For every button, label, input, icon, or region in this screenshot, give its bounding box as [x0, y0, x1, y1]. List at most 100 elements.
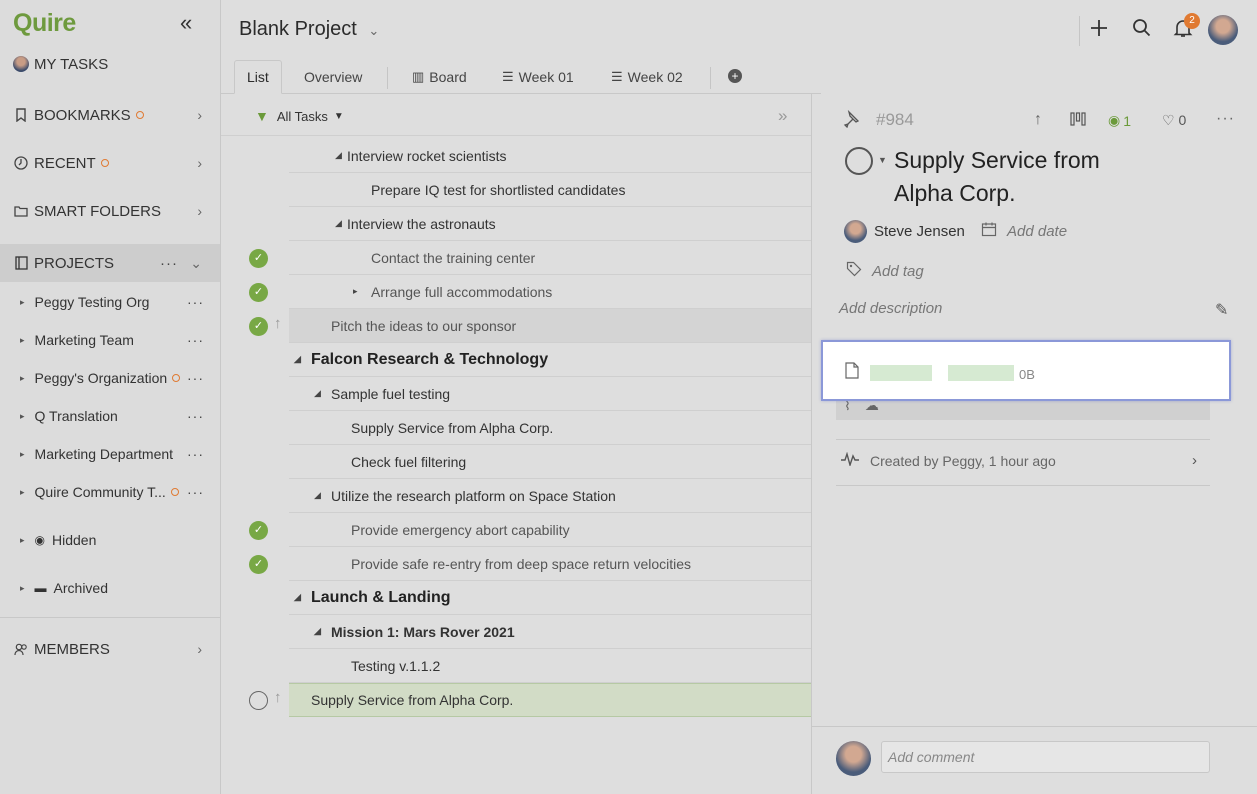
- collapse-triangle-icon[interactable]: ◢: [335, 218, 347, 229]
- sidebar-item-recent[interactable]: RECENT ›: [0, 145, 220, 181]
- expand-triangle-icon[interactable]: ▸: [20, 373, 25, 384]
- section-row[interactable]: ◢ Launch & Landing: [289, 581, 811, 615]
- task-row[interactable]: ◢ Utilize the research platform on Space …: [289, 479, 811, 513]
- tab-week02[interactable]: ☰ Week 02: [611, 60, 683, 94]
- sidebar-project-item[interactable]: ▸ Marketing Team ···: [0, 321, 220, 359]
- board-icon[interactable]: [1070, 111, 1086, 132]
- collapse-triangle-icon[interactable]: ◢: [294, 592, 311, 603]
- expand-triangle-icon[interactable]: ▸: [20, 487, 25, 498]
- sidebar-item-projects[interactable]: PROJECTS ··· ⌄: [0, 244, 220, 282]
- completed-check-icon[interactable]: ✓: [249, 249, 268, 268]
- add-date-button[interactable]: Add date: [981, 221, 1067, 241]
- more-options-icon[interactable]: ···: [1216, 110, 1235, 128]
- task-row[interactable]: ◢ Interview rocket scientists: [289, 139, 811, 173]
- project-more-icon[interactable]: ···: [187, 294, 204, 310]
- collapse-triangle-icon[interactable]: ◢: [314, 490, 331, 501]
- project-more-icon[interactable]: ···: [187, 370, 204, 386]
- edit-pencil-icon[interactable]: ✎: [1215, 300, 1228, 320]
- project-more-icon[interactable]: ···: [187, 484, 204, 500]
- sidebar-item-members[interactable]: MEMBERS ›: [0, 631, 220, 667]
- collapse-triangle-icon[interactable]: ◢: [335, 150, 347, 161]
- pin-icon[interactable]: [842, 109, 860, 133]
- assignee[interactable]: Steve Jensen: [844, 220, 965, 243]
- sidebar-item-smart-folders[interactable]: SMART FOLDERS ›: [0, 193, 220, 229]
- project-more-icon[interactable]: ···: [187, 446, 204, 462]
- task-row-selected[interactable]: Supply Service from Alpha Corp.: [289, 683, 811, 717]
- completed-check-icon[interactable]: ✓: [249, 317, 268, 336]
- task-complete-toggle[interactable]: [249, 691, 268, 710]
- activity-log[interactable]: Created by Peggy, 1 hour ago: [840, 451, 1056, 470]
- collapse-sidebar-icon[interactable]: «: [180, 10, 192, 36]
- projects-more-icon[interactable]: ···: [160, 255, 178, 272]
- sidebar-project-item[interactable]: ▸ Quire Community T... ···: [0, 473, 220, 511]
- project-more-icon[interactable]: ···: [187, 408, 204, 424]
- project-title[interactable]: Blank Project ⌄: [239, 18, 379, 41]
- chevron-right-icon: ›: [197, 107, 202, 123]
- caret-down-icon[interactable]: ▼: [878, 155, 887, 165]
- tab-week01[interactable]: ☰ Week 01: [502, 60, 574, 94]
- task-row[interactable]: ◢ Sample fuel testing: [289, 377, 811, 411]
- chevron-right-icon: ›: [197, 155, 202, 171]
- expand-triangle-icon[interactable]: ▸: [20, 335, 25, 346]
- tab-list[interactable]: List: [234, 60, 282, 94]
- arrow-up-icon[interactable]: ↑: [1034, 111, 1042, 129]
- task-row[interactable]: Testing v.1.1.2: [289, 649, 811, 683]
- sidebar-item-hidden[interactable]: ▸ ◉ Hidden: [0, 521, 220, 559]
- add-icon[interactable]: [1089, 18, 1109, 44]
- task-row[interactable]: Contact the training center: [289, 241, 811, 275]
- sidebar-project-item[interactable]: ▸ Q Translation ···: [0, 397, 220, 435]
- sidebar-project-item[interactable]: ▸ Peggy Testing Org ···: [0, 283, 220, 321]
- task-row[interactable]: ▸ Arrange full accommodations: [289, 275, 811, 309]
- filter-dropdown[interactable]: ▼ All Tasks ▼: [255, 108, 344, 124]
- arrow-up-icon[interactable]: ↑: [274, 315, 282, 332]
- expand-triangle-icon[interactable]: ▸: [20, 297, 25, 308]
- user-avatar[interactable]: [1208, 15, 1238, 45]
- section-row[interactable]: ◢ Falcon Research & Technology: [289, 343, 811, 377]
- sidebar-project-item[interactable]: ▸ Peggy's Organization ···: [0, 359, 220, 397]
- arrow-up-icon[interactable]: ↑: [274, 689, 282, 706]
- task-row[interactable]: Check fuel filtering: [289, 445, 811, 479]
- add-tag-button[interactable]: Add tag: [846, 261, 924, 281]
- expand-triangle-icon[interactable]: ▸: [20, 535, 25, 546]
- task-row[interactable]: Prepare IQ test for shortlisted candidat…: [289, 173, 811, 207]
- task-status-toggle[interactable]: [845, 147, 873, 175]
- add-description[interactable]: Add description: [839, 300, 942, 317]
- task-row[interactable]: ◢ Mission 1: Mars Rover 2021: [289, 615, 811, 649]
- chevron-right-icon[interactable]: ›: [1192, 452, 1197, 469]
- task-title[interactable]: Supply Service from Alpha Corp.: [894, 144, 1154, 210]
- projects-icon: [13, 255, 29, 271]
- task-row[interactable]: Supply Service from Alpha Corp.: [289, 411, 811, 445]
- completed-check-icon[interactable]: ✓: [249, 521, 268, 540]
- collapse-triangle-icon[interactable]: ◢: [314, 388, 331, 399]
- expand-triangle-icon[interactable]: ▸: [20, 583, 25, 594]
- collapse-triangle-icon[interactable]: ◢: [314, 626, 331, 637]
- project-more-icon[interactable]: ···: [187, 332, 204, 348]
- attachment-upload-item[interactable]: 0B: [821, 340, 1231, 401]
- completed-check-icon[interactable]: ✓: [249, 555, 268, 574]
- sidebar-item-bookmarks[interactable]: BOOKMARKS ›: [0, 97, 220, 133]
- sidebar-item-archived[interactable]: ▸ ▬ Archived: [0, 569, 220, 607]
- collapse-triangle-icon[interactable]: ◢: [294, 354, 311, 365]
- add-view-icon[interactable]: +: [728, 69, 742, 83]
- expand-panel-icon[interactable]: »: [778, 106, 787, 126]
- task-row[interactable]: Provide safe re-entry from deep space re…: [289, 547, 811, 581]
- quire-logo[interactable]: Quire: [13, 9, 76, 38]
- sidebar-project-item[interactable]: ▸ Marketing Department ···: [0, 435, 220, 473]
- tab-overview[interactable]: Overview: [304, 60, 362, 94]
- comment-input[interactable]: Add comment: [881, 741, 1210, 773]
- completed-check-icon[interactable]: ✓: [249, 283, 268, 302]
- tab-board[interactable]: ▥ Board: [412, 60, 467, 94]
- task-row[interactable]: Provide emergency abort capability: [289, 513, 811, 547]
- members-icon: [13, 641, 29, 657]
- search-icon[interactable]: [1132, 18, 1152, 44]
- like-button[interactable]: ♡ 0: [1162, 112, 1186, 129]
- sidebar-item-my-tasks[interactable]: MY TASKS: [0, 46, 220, 82]
- expand-triangle-icon[interactable]: ▸: [20, 411, 25, 422]
- task-text: Contact the training center: [371, 249, 536, 266]
- watchers[interactable]: ◉ 1: [1108, 112, 1131, 129]
- task-row[interactable]: Pitch the ideas to our sponsor: [289, 309, 811, 343]
- expand-triangle-icon[interactable]: ▸: [353, 286, 371, 297]
- expand-triangle-icon[interactable]: ▸: [20, 449, 25, 460]
- chevron-down-icon[interactable]: ⌄: [190, 255, 202, 272]
- task-row[interactable]: ◢ Interview the astronauts: [289, 207, 811, 241]
